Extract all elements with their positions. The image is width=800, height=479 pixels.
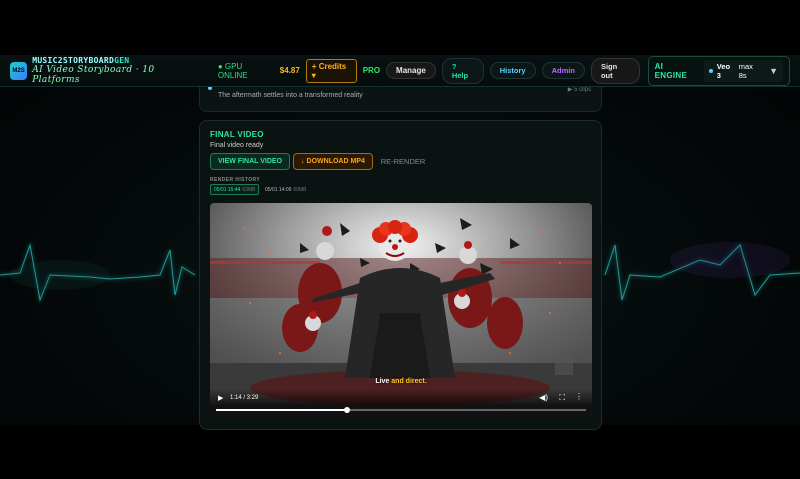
history-button[interactable]: History: [489, 62, 536, 79]
sign-out-button[interactable]: Sign out: [590, 57, 640, 84]
top-letterbox: [0, 0, 800, 55]
more-options-icon[interactable]: ⋮: [575, 392, 583, 401]
video-player[interactable]: Live and direct. ▶ 1:14 / 3:29 ◀) ⛶ ⋮: [210, 203, 592, 417]
help-button[interactable]: ? Help: [441, 57, 484, 84]
engine-model: Veo 3: [716, 61, 731, 80]
app-logo-icon: M2S: [10, 61, 28, 80]
video-subtitle: Live and direct.: [210, 378, 592, 385]
video-controls: ▶ 1:14 / 3:29 ◀) ⛶ ⋮: [210, 389, 592, 417]
manage-button[interactable]: Manage: [386, 62, 436, 79]
volume-icon[interactable]: ◀): [539, 393, 548, 402]
gpu-status: ● GPU ONLINE: [217, 61, 248, 80]
brand-title-accent: GEN: [114, 56, 130, 65]
play-icon[interactable]: ▶: [218, 394, 223, 402]
balance: $4.87: [279, 66, 300, 75]
subtitle-white: Live: [375, 378, 390, 385]
download-mp4-button[interactable]: ↓ DOWNLOAD MP4: [293, 153, 373, 170]
video-progress-bar[interactable]: [216, 407, 586, 413]
fullscreen-icon[interactable]: ⛶: [559, 393, 565, 403]
render-history-label: RENDER HISTORY: [210, 177, 261, 183]
admin-button[interactable]: Admin: [541, 62, 585, 79]
chevron-down-icon: ▼: [769, 65, 778, 76]
final-video-status: Final video ready: [210, 142, 264, 149]
brand-title-main: MUSIC2STORYBOARD: [32, 56, 115, 65]
engine-status-dot-icon: [709, 68, 713, 73]
add-credits-dropdown[interactable]: + Credits ▾: [305, 58, 357, 83]
plan-badge: PRO: [362, 66, 381, 75]
brand-title: MUSIC2STORYBOARDGEN: [32, 56, 198, 65]
render-history-item[interactable]: 05/01 14:09 60MB: [262, 184, 309, 195]
brand: MUSIC2STORYBOARDGEN AI Video Storyboard …: [32, 56, 198, 85]
render-date: 05/01 14:09: [265, 186, 292, 193]
re-render-button[interactable]: RE-RENDER: [376, 153, 430, 170]
render-size: 60MB: [293, 186, 307, 193]
ai-engine-label: AI ENGINE: [654, 61, 688, 80]
engine-max-duration: max 8s: [738, 61, 753, 80]
video-progress-handle[interactable]: [343, 407, 350, 413]
final-video-title: FINAL VIDEO: [210, 130, 264, 139]
clip-count: ▶ 5 clips: [567, 87, 591, 93]
video-time: 1:14 / 3:29: [230, 395, 259, 401]
video-progress-fill: [216, 409, 347, 411]
render-history-item[interactable]: 05/01 15:44 63MB: [210, 184, 260, 195]
bottom-letterbox: [0, 425, 800, 479]
final-video-card: FINAL VIDEO Final video ready VIEW FINAL…: [199, 120, 602, 430]
ai-engine-dropdown[interactable]: Veo 3 max 8s ▼: [704, 59, 783, 82]
render-size: 63MB: [242, 186, 256, 193]
render-date: 05/01 15:44: [214, 186, 241, 193]
brand-subtitle: AI Video Storyboard · 10 Platforms: [32, 65, 155, 85]
app-header: M2S MUSIC2STORYBOARDGEN AI Video Storybo…: [0, 55, 800, 87]
ai-engine-selector: AI ENGINE Veo 3 max 8s ▼: [647, 55, 790, 86]
subtitle-highlight: and direct.: [391, 378, 427, 385]
view-final-video-button[interactable]: VIEW FINAL VIDEO: [210, 153, 290, 170]
scene-description: The aftermath settles into a transformed…: [218, 92, 363, 99]
